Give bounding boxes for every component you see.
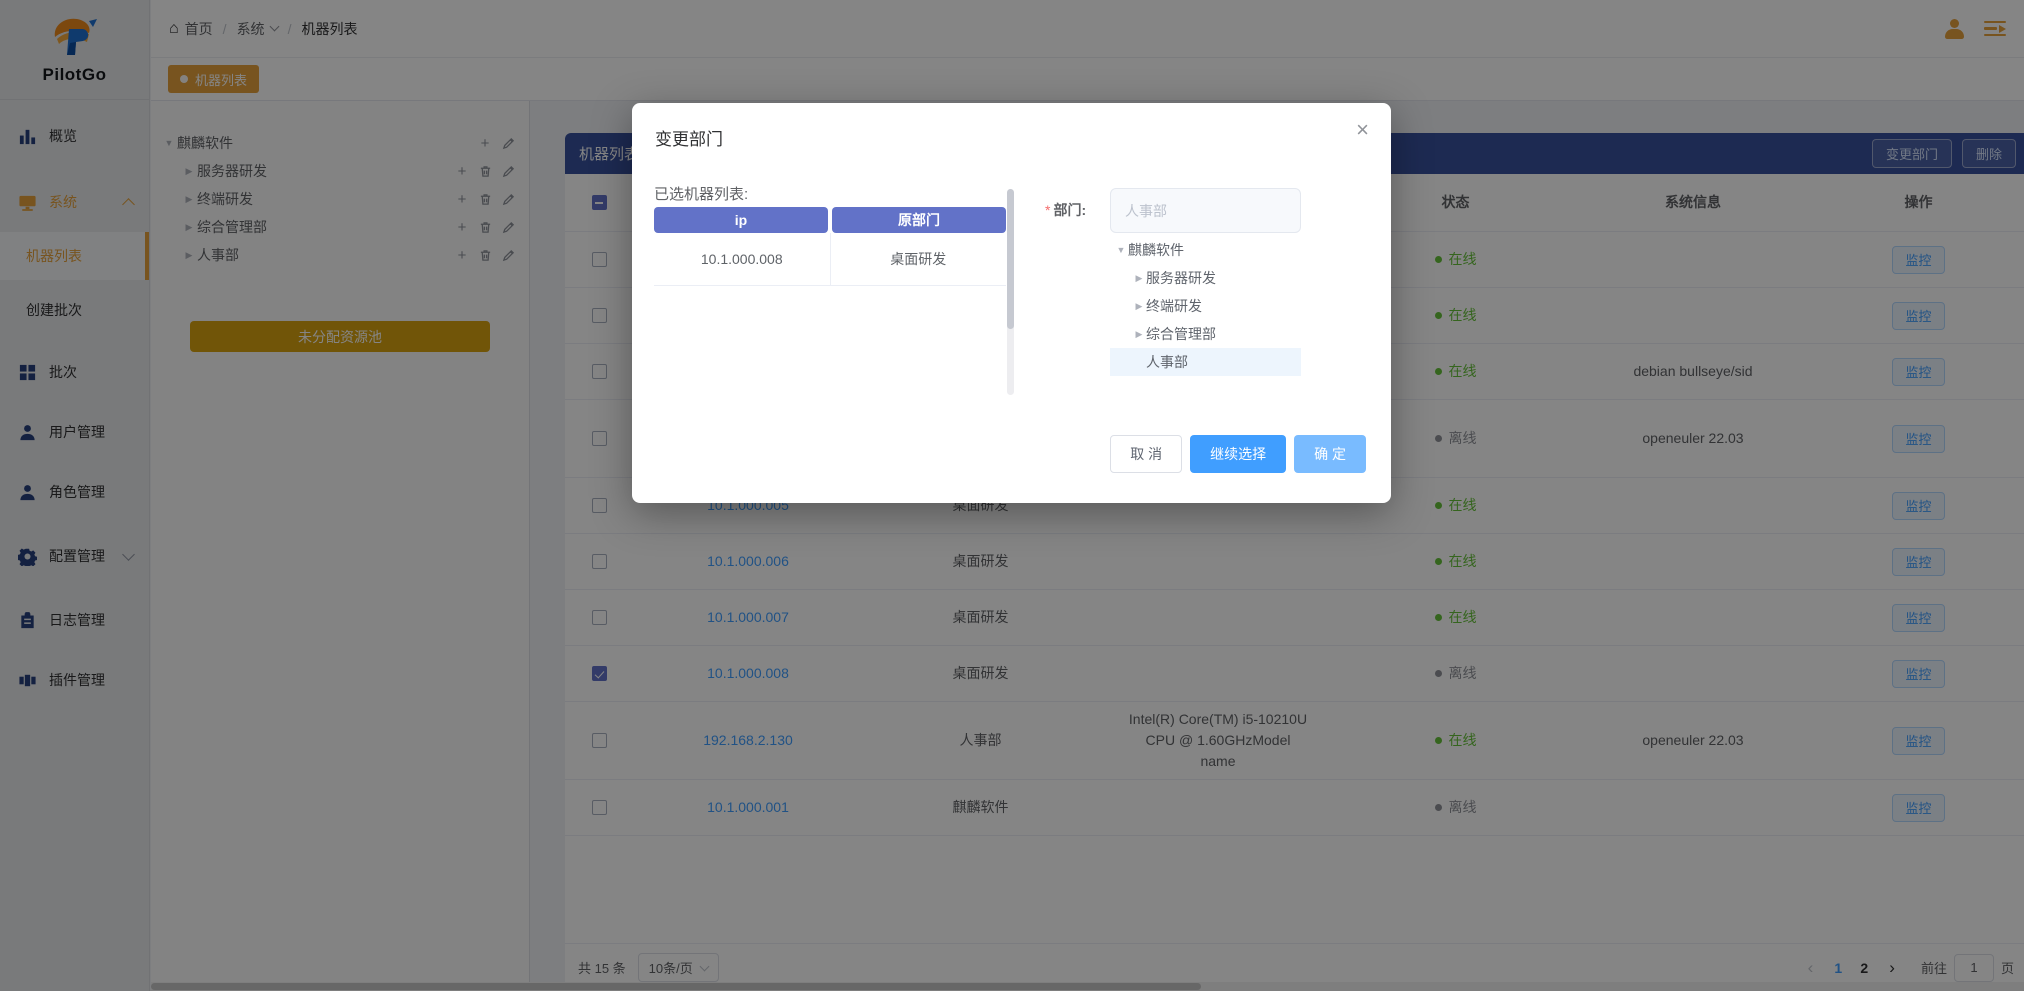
tree-node-label: 综合管理部 [1146,324,1216,344]
department-select-tree: ▼麒麟软件▶服务器研发▶终端研发▶综合管理部人事部 [1110,236,1301,376]
continue-select-button[interactable]: 继续选择 [1190,435,1286,473]
department-input[interactable] [1110,188,1301,233]
confirm-button[interactable]: 确 定 [1294,435,1366,473]
change-department-modal: 变更部门 × 已选机器列表: ip 原部门 10.1.000.008 桌面研发 … [632,103,1391,503]
cell-ip: 10.1.000.008 [654,233,831,285]
tree-node-label: 服务器研发 [1146,268,1216,288]
modal-tree-node-2[interactable]: ▶终端研发 [1110,292,1301,320]
app-window: PilotGo 概览系统机器列表创建批次批次用户管理角色管理配置管理日志管理插件… [0,0,2024,991]
modal-tree-node-selected[interactable]: 人事部 [1110,348,1301,376]
column-header-ip: ip [654,207,828,233]
modal-scrollbar-thumb[interactable] [1007,189,1014,329]
modal-tree-node-1[interactable]: ▶服务器研发 [1110,264,1301,292]
caret-right-icon[interactable]: ▶ [1132,329,1146,340]
caret-right-icon[interactable]: ▶ [1132,273,1146,284]
tree-node-label: 人事部 [1146,352,1188,372]
table-row: 10.1.000.008 桌面研发 [654,233,1006,286]
tree-node-label: 终端研发 [1146,296,1202,316]
cancel-button[interactable]: 取 消 [1110,435,1182,473]
modal-title: 变更部门 [655,125,723,150]
close-icon[interactable]: × [1356,119,1369,141]
department-field-label: *部门: [1045,200,1086,220]
tree-node-label: 麒麟软件 [1128,240,1184,260]
caret-right-icon[interactable]: ▶ [1132,301,1146,312]
modal-tree-node-3[interactable]: ▶综合管理部 [1110,320,1301,348]
selected-machines-table: ip 原部门 10.1.000.008 桌面研发 [654,207,1006,286]
column-header-origin-dept: 原部门 [832,207,1006,233]
modal-scrollbar[interactable] [1007,189,1014,395]
required-asterisk: * [1045,202,1050,218]
caret-down-icon[interactable]: ▼ [1114,245,1128,255]
selected-machines-label: 已选机器列表: [654,183,748,204]
cell-origin-dept: 桌面研发 [831,233,1007,285]
modal-tree-node-root[interactable]: ▼麒麟软件 [1110,236,1301,264]
